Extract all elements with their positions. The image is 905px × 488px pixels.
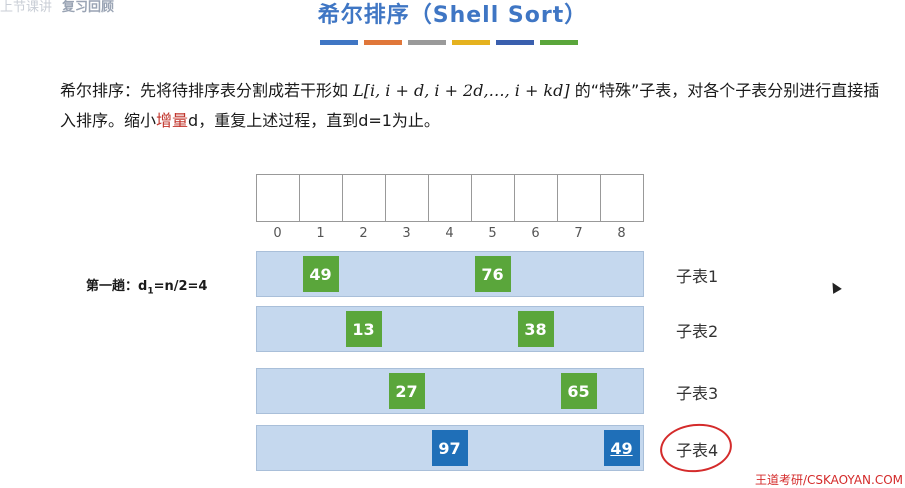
color-bar-segment bbox=[320, 40, 358, 45]
subtable-element: 38 bbox=[517, 311, 554, 347]
page-title: 希尔排序（Shell Sort） bbox=[317, 3, 588, 28]
subtable-element-value: 65 bbox=[567, 381, 590, 401]
subtable-element-value: 97 bbox=[438, 438, 461, 458]
subtable-element: 13 bbox=[345, 311, 382, 347]
description-formula: L[i, i + d, i + 2d,…, i + kd] bbox=[353, 81, 570, 100]
array-cell bbox=[514, 174, 557, 222]
subtable-element: 97 bbox=[431, 430, 468, 466]
array-cell bbox=[342, 174, 385, 222]
description-highlight: 增量 bbox=[156, 111, 189, 130]
array-index: 8 bbox=[617, 226, 626, 241]
subtable-element-value: 76 bbox=[481, 264, 504, 284]
array-index: 1 bbox=[316, 226, 325, 241]
color-bar-segment bbox=[364, 40, 402, 45]
array-index: 7 bbox=[574, 226, 583, 241]
color-bar-segment bbox=[540, 40, 578, 45]
hand-drawn-circle bbox=[657, 420, 735, 476]
array-cell bbox=[256, 174, 299, 222]
array-index: 3 bbox=[402, 226, 411, 241]
array-boxes bbox=[256, 174, 644, 222]
subtable-label: 子表1 bbox=[676, 267, 719, 286]
color-bar-segment bbox=[496, 40, 534, 45]
description-text: 希尔排序：先将待排序表分割成若干形如 L[i, i + d, i + 2d,…,… bbox=[60, 76, 880, 136]
subtable-element-value: 27 bbox=[395, 381, 418, 401]
array-index: 4 bbox=[445, 226, 454, 241]
pass-label-suffix: =n/2=4 bbox=[153, 279, 208, 294]
pass-label: 第一趟：d1=n/2=4 bbox=[86, 275, 207, 297]
array-cell bbox=[471, 174, 514, 222]
subtable-label: 子表2 bbox=[676, 322, 719, 341]
color-bar-segment bbox=[452, 40, 490, 45]
subtable-element: 76 bbox=[474, 256, 511, 292]
array-index: 6 bbox=[531, 226, 540, 241]
array-cell bbox=[428, 174, 471, 222]
mouse-cursor-icon bbox=[828, 280, 842, 294]
array-cell bbox=[557, 174, 600, 222]
subtable-label: 子表3 bbox=[676, 384, 719, 403]
subtable-element: 27 bbox=[388, 373, 425, 409]
array-cell bbox=[600, 174, 644, 222]
array-cell bbox=[385, 174, 428, 222]
subtable-element-value: 49 bbox=[309, 264, 332, 284]
description-part1: 希尔排序：先将待排序表分割成若干形如 bbox=[60, 81, 354, 100]
subtable-element-value: 38 bbox=[524, 319, 547, 339]
pass-label-prefix: 第一趟：d bbox=[86, 279, 148, 294]
subtable-strip bbox=[256, 306, 644, 352]
array-index-row: 0 1 2 3 4 5 6 7 8 bbox=[256, 226, 643, 241]
subtable-element-value: 49 bbox=[610, 438, 633, 458]
subtable-element-value: 13 bbox=[352, 319, 375, 339]
array-index: 2 bbox=[359, 226, 368, 241]
subtable-element: 49 bbox=[302, 256, 339, 292]
site-watermark: 王道考研/CSKAOYAN.COM bbox=[754, 473, 903, 487]
description-part3: d，重复上述过程，直到d=1为止。 bbox=[188, 111, 440, 130]
title-color-bar bbox=[320, 40, 584, 45]
subtable-element: 49 bbox=[603, 430, 640, 466]
subtable-element: 65 bbox=[560, 373, 597, 409]
array-cell bbox=[299, 174, 342, 222]
color-bar-segment bbox=[408, 40, 446, 45]
array-index: 0 bbox=[273, 226, 282, 241]
array-index: 5 bbox=[488, 226, 497, 241]
